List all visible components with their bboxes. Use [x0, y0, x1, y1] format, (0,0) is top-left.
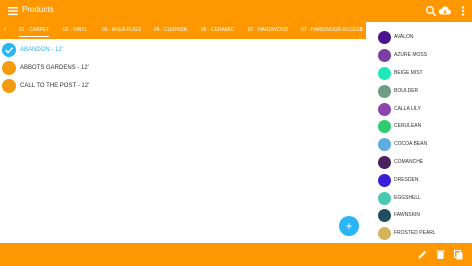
chevron-right-icon[interactable]: › [360, 26, 362, 33]
product-label: ABBOTS GARDENS - 12' [20, 65, 89, 71]
product-avatar [2, 61, 16, 75]
tab-03-area-rugs[interactable]: 03 - AREA RUGS [102, 27, 141, 33]
color-name: BEIGE MIST [394, 70, 423, 76]
color-item[interactable]: COCOA BEAN [378, 137, 427, 151]
color-item[interactable]: BEIGE MIST [378, 66, 423, 80]
color-name: COMANCHE [394, 159, 424, 165]
chevron-left-icon[interactable]: ‹ [4, 26, 6, 33]
add-button[interactable]: + [339, 216, 359, 236]
tab-06-ceramic[interactable]: 06 - CERAMIC [201, 27, 234, 33]
color-name: AZURE MOSS [394, 52, 428, 58]
color-swatch [378, 191, 391, 205]
category-tabs: ‹ 01 - CARPET 02 - VINYL 03 - AREA RUGS … [0, 22, 366, 39]
color-name: EGGSHELL [394, 195, 421, 201]
color-item[interactable]: COMANCHE [378, 155, 423, 169]
tab-01-carpet[interactable]: 01 - CARPET [19, 27, 50, 37]
color-item[interactable]: FROSTED PEARL [378, 226, 436, 240]
color-list: AVALON AZURE MOSS BEIGE MIST BOULDER CAL… [366, 22, 472, 243]
product-label: ABANDON - 12' [20, 47, 63, 53]
tab-02-vinyl[interactable]: 02 - VINYL [63, 27, 87, 33]
color-swatch [378, 84, 391, 98]
color-item[interactable]: EGGSHELL [378, 191, 421, 205]
color-item[interactable]: AZURE MOSS [378, 48, 427, 62]
color-name: CALLA LILY [394, 106, 421, 112]
edit-icon[interactable] [417, 249, 428, 260]
more-vert-icon[interactable] [456, 4, 470, 18]
color-name: COCOA BEAN [394, 141, 428, 147]
color-swatch [378, 119, 391, 133]
search-icon[interactable] [424, 4, 438, 18]
color-name: FAWNSKIN [394, 212, 420, 218]
color-name: AVALON [394, 34, 414, 40]
color-name: DRESDEN [394, 177, 419, 183]
bottom-action-bar [0, 243, 472, 266]
color-item[interactable]: FAWNSKIN [378, 208, 420, 222]
color-item[interactable]: BOULDER [378, 84, 418, 98]
color-swatch [378, 66, 391, 80]
app-bar: Products [0, 0, 472, 22]
color-swatch [378, 30, 391, 44]
list-item[interactable]: ABANDON - 12' [2, 42, 63, 58]
color-swatch [378, 173, 391, 187]
tab-07-hardwood[interactable]: 07 - HARDWOOD [248, 27, 288, 33]
list-item[interactable]: CALL TO THE POST - 12' [2, 78, 89, 94]
color-swatch [378, 155, 391, 169]
cloud-download-icon[interactable] [438, 4, 452, 18]
color-swatch [378, 226, 391, 240]
color-name: CERULEAN [394, 123, 422, 129]
color-swatch [378, 137, 391, 151]
color-item[interactable]: DRESDEN [378, 173, 418, 187]
page-title: Products [22, 5, 54, 14]
product-avatar [2, 79, 16, 93]
color-item[interactable]: CERULEAN [378, 119, 421, 133]
color-swatch [378, 102, 391, 116]
check-icon [2, 43, 16, 57]
delete-icon[interactable] [435, 249, 446, 260]
tab-07-hardwood-access[interactable]: 07 - HARDWOOD ACCESS [301, 27, 363, 33]
list-item[interactable]: ABBOTS GARDENS - 12' [2, 60, 89, 76]
color-item[interactable]: CALLA LILY [378, 102, 421, 116]
product-label: CALL TO THE POST - 12' [20, 83, 90, 89]
copy-icon[interactable] [453, 249, 464, 260]
color-name: BOULDER [394, 88, 419, 94]
tab-04-cushion[interactable]: 04 - CUSHION [154, 27, 187, 33]
color-item[interactable]: AVALON [378, 30, 414, 44]
color-swatch [378, 208, 391, 222]
menu-icon[interactable] [6, 4, 20, 18]
color-swatch [378, 48, 391, 62]
color-name: FROSTED PEARL [394, 230, 436, 236]
